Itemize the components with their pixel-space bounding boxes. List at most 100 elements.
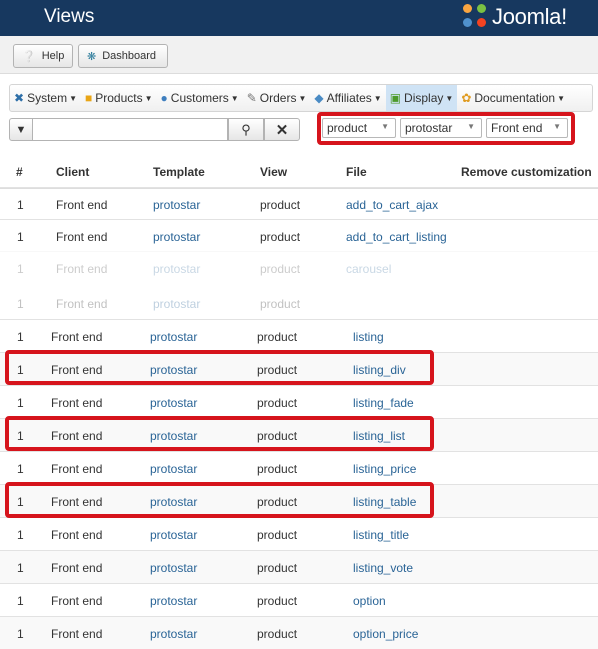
table-row: 1 Front end protostar product listing_vote	[0, 550, 598, 583]
help-button-label: Help	[41, 50, 65, 62]
joomla-logo: Joomla!	[463, 2, 567, 32]
menu-documentation-label: Documentation	[474, 91, 556, 105]
row-template-link[interactable]: protostar	[150, 561, 197, 575]
row-template-link[interactable]: protostar	[150, 627, 197, 641]
menu-affiliates[interactable]: ◆ Affiliates ▼	[310, 85, 385, 111]
row-view: product	[257, 396, 298, 410]
client-filter-select[interactable]: Front end ▼	[486, 118, 568, 138]
row-file-link[interactable]: listing_table	[353, 495, 416, 509]
search-input[interactable]	[32, 118, 228, 141]
col-header-view[interactable]: View	[260, 165, 287, 179]
row-client: Front end	[56, 230, 108, 244]
caret-down-icon: ▼	[230, 93, 239, 103]
row-view: product	[257, 561, 298, 575]
row-view: product	[257, 528, 298, 542]
help-button[interactable]: ❔ Help	[13, 44, 73, 68]
row-template-link[interactable]: protostar	[150, 363, 197, 377]
menu-affiliates-label: Affiliates	[326, 91, 372, 105]
row-template-link[interactable]: protostar	[150, 462, 197, 476]
row-client: Front end	[51, 627, 103, 641]
row-view: product	[257, 363, 298, 377]
row-file-link[interactable]: add_to_cart_ajax	[346, 198, 438, 212]
table-row: 1 Front end protostar product listing_div	[0, 352, 598, 385]
table-row: 1 Front end protostar product	[0, 287, 598, 320]
row-client: Front end	[51, 462, 103, 476]
row-view: product	[260, 230, 301, 244]
menu-orders-label: Orders	[259, 91, 297, 105]
col-header-num[interactable]: #	[16, 165, 23, 179]
menu-customers[interactable]: ● Customers ▼	[157, 85, 243, 111]
row-file-link[interactable]: listing	[353, 330, 384, 344]
row-template-link[interactable]: protostar	[150, 495, 197, 509]
row-template-link[interactable]: protostar	[150, 429, 197, 443]
col-header-client[interactable]: Client	[56, 165, 89, 179]
row-client: Front end	[56, 262, 108, 276]
menu-system[interactable]: ✖ System ▼	[10, 85, 81, 111]
filter-icon: ▼	[15, 123, 27, 136]
caret-down-icon: ▼	[557, 93, 566, 103]
table-row: 1 Front end protostar product carousel	[0, 251, 598, 284]
row-view: product	[257, 495, 298, 509]
client-filter-value: Front end	[491, 121, 543, 135]
menu-customers-label: Customers	[170, 91, 229, 105]
filter-toggle-button[interactable]: ▼	[9, 118, 33, 141]
dashboard-button[interactable]: ❋ Dashboard	[78, 44, 168, 68]
row-template-link[interactable]: protostar	[150, 594, 197, 608]
row-num: 1	[17, 396, 24, 410]
menu-documentation[interactable]: ✿ Documentation ▼	[457, 85, 569, 111]
caret-down-icon: ▼	[373, 93, 382, 103]
row-file-link[interactable]: option_price	[353, 627, 418, 641]
row-file-link[interactable]: listing_vote	[353, 561, 413, 575]
row-file-link[interactable]: listing_title	[353, 528, 409, 542]
toolbar: ❔ Help ❋ Dashboard	[0, 36, 598, 74]
table-row: 1 Front end protostar product listing	[0, 319, 598, 352]
row-file-link[interactable]: option	[353, 594, 386, 608]
menu-products[interactable]: ■ Products ▼	[81, 85, 157, 111]
search-icon: ⚲	[241, 121, 251, 137]
row-file-link[interactable]: listing_list	[353, 429, 405, 443]
row-template-link[interactable]: protostar	[150, 330, 197, 344]
row-file-link[interactable]: listing_price	[353, 462, 416, 476]
gear-icon: ✿	[461, 91, 472, 105]
menu-display[interactable]: ▣ Display ▼	[385, 85, 458, 111]
affiliates-icon: ◆	[314, 91, 324, 105]
question-icon: ❔	[22, 50, 36, 63]
row-template-link[interactable]: protostar	[150, 528, 197, 542]
row-template-link[interactable]: protostar	[153, 297, 200, 311]
row-file-link[interactable]: carousel	[346, 262, 391, 276]
page-title: Views	[44, 6, 95, 27]
joomla-logo-icon	[463, 4, 489, 30]
row-template-link[interactable]: protostar	[153, 262, 200, 276]
row-file-link[interactable]: add_to_cart_listing	[346, 230, 447, 244]
row-view: product	[260, 297, 301, 311]
col-header-file[interactable]: File	[346, 165, 367, 179]
row-num: 1	[17, 594, 24, 608]
menu-orders[interactable]: ✎ Orders ▼	[243, 85, 311, 111]
table-row: 1 Front end protostar product add_to_cart_aj…	[0, 187, 598, 220]
row-file-link[interactable]: listing_div	[353, 363, 406, 377]
template-filter-select[interactable]: protostar ▼	[400, 118, 482, 138]
row-num: 1	[17, 262, 24, 276]
col-header-template[interactable]: Template	[153, 165, 205, 179]
row-template-link[interactable]: protostar	[153, 198, 200, 212]
chevron-down-icon: ▼	[553, 122, 561, 131]
row-client: Front end	[51, 429, 103, 443]
caret-down-icon: ▼	[144, 93, 153, 103]
row-num: 1	[17, 627, 24, 641]
clear-search-button[interactable]: ✕	[264, 118, 300, 141]
view-filter-select[interactable]: product ▼	[322, 118, 396, 138]
row-template-link[interactable]: protostar	[150, 396, 197, 410]
row-client: Front end	[56, 198, 108, 212]
search-button[interactable]: ⚲	[228, 118, 264, 141]
menu-display-label: Display	[404, 91, 444, 105]
table-row: 1 Front end protostar product add_to_cart_li…	[0, 219, 598, 252]
view-filter-value: product	[327, 121, 368, 135]
row-view: product	[257, 627, 298, 641]
row-template-link[interactable]: protostar	[153, 230, 200, 244]
row-view: product	[257, 462, 298, 476]
row-file-link[interactable]: listing_fade	[353, 396, 414, 410]
row-num: 1	[17, 429, 24, 443]
col-header-remove[interactable]: Remove customization	[461, 165, 592, 179]
row-client: Front end	[51, 594, 103, 608]
template-filter-value: protostar	[405, 121, 453, 135]
